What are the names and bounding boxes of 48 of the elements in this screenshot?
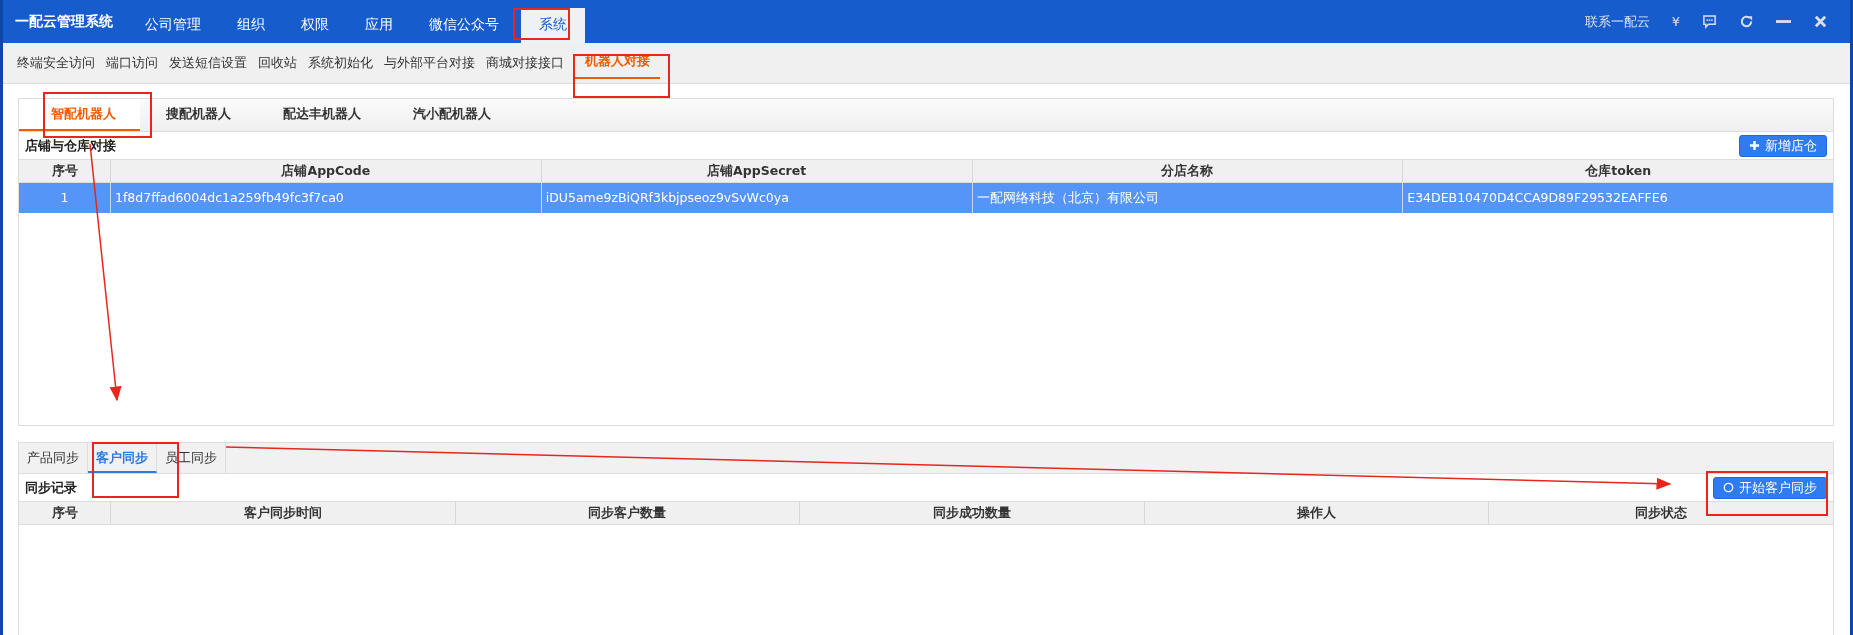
sub-nav-item[interactable]: 系统初始化 bbox=[302, 43, 378, 83]
refresh-icon[interactable] bbox=[1739, 14, 1754, 29]
menu-tab[interactable]: 组织 bbox=[219, 8, 283, 43]
column-header: 店铺AppSecret bbox=[540, 160, 972, 182]
sub-nav-item[interactable]: 商城对接接口 bbox=[480, 43, 569, 83]
menu-tab[interactable]: 微信公众号 bbox=[411, 8, 517, 43]
contact-link[interactable]: 联系一配云 bbox=[1584, 12, 1650, 31]
annotation-box bbox=[513, 8, 570, 40]
panel-title: 店铺与仓库对接 bbox=[25, 136, 116, 155]
close-icon[interactable] bbox=[1813, 14, 1828, 29]
plus-icon bbox=[1749, 140, 1760, 151]
column-header: 店铺AppCode bbox=[110, 160, 541, 182]
panel-title: 同步记录 bbox=[25, 478, 77, 497]
minimize-icon[interactable] bbox=[1776, 19, 1791, 24]
chat-bubble-icon[interactable] bbox=[1702, 14, 1717, 29]
tab[interactable]: 员工同步 bbox=[157, 443, 226, 473]
table-cell: 一配网络科技（北京）有限公司 bbox=[971, 183, 1403, 213]
tab[interactable]: 客户同步 bbox=[88, 443, 157, 473]
column-header: 分店名称 bbox=[971, 160, 1403, 182]
start-sync-button[interactable]: 开始客户同步 bbox=[1713, 476, 1827, 499]
column-header: 序号 bbox=[50, 504, 79, 522]
tab[interactable]: 智配机器人 bbox=[19, 99, 140, 131]
column-header: 客户同步时间 bbox=[110, 502, 455, 524]
sub-nav-item[interactable]: 终端安全访问 bbox=[11, 43, 100, 83]
menu-tab[interactable]: 应用 bbox=[347, 8, 411, 43]
column-header: 同步客户数量 bbox=[454, 502, 800, 524]
menu-tab[interactable]: 权限 bbox=[283, 8, 347, 43]
app-title: 一配云管理系统 bbox=[14, 12, 114, 31]
spinner-icon bbox=[1723, 482, 1734, 493]
sub-nav-item[interactable]: 端口访问 bbox=[100, 43, 163, 83]
tab[interactable]: 配达丰机器人 bbox=[257, 99, 387, 131]
column-header: 同步成功数量 bbox=[799, 502, 1144, 524]
tab[interactable]: 汽小配机器人 bbox=[387, 99, 517, 131]
table-cell: 1f8d7ffad6004dc1a259fb49fc3f7ca0 bbox=[110, 183, 541, 213]
sub-nav-item[interactable]: 发送短信设置 bbox=[163, 43, 252, 83]
sub-nav-item[interactable]: 回收站 bbox=[252, 43, 302, 83]
currency-link[interactable]: ¥ bbox=[1671, 14, 1680, 29]
column-header: 操作人 bbox=[1143, 502, 1489, 524]
column-header: 仓库token bbox=[1402, 160, 1833, 182]
column-header: 序号 bbox=[50, 162, 79, 180]
column-header: 同步状态 bbox=[1488, 502, 1833, 524]
table-cell: iDU5ame9zBiQRf3kbjpseoz9vSvWc0ya bbox=[540, 183, 972, 213]
tab[interactable]: 搜配机器人 bbox=[140, 99, 257, 131]
menu-tab[interactable]: 公司管理 bbox=[127, 8, 219, 43]
sub-nav-item[interactable]: 与外部平台对接 bbox=[378, 43, 480, 83]
table-cell: E34DEB10470D4CCA9D89F29532EAFFE6 bbox=[1402, 183, 1833, 213]
add-store-button[interactable]: 新增店仓 bbox=[1739, 134, 1827, 157]
table-cell-text: 1 bbox=[59, 189, 70, 207]
